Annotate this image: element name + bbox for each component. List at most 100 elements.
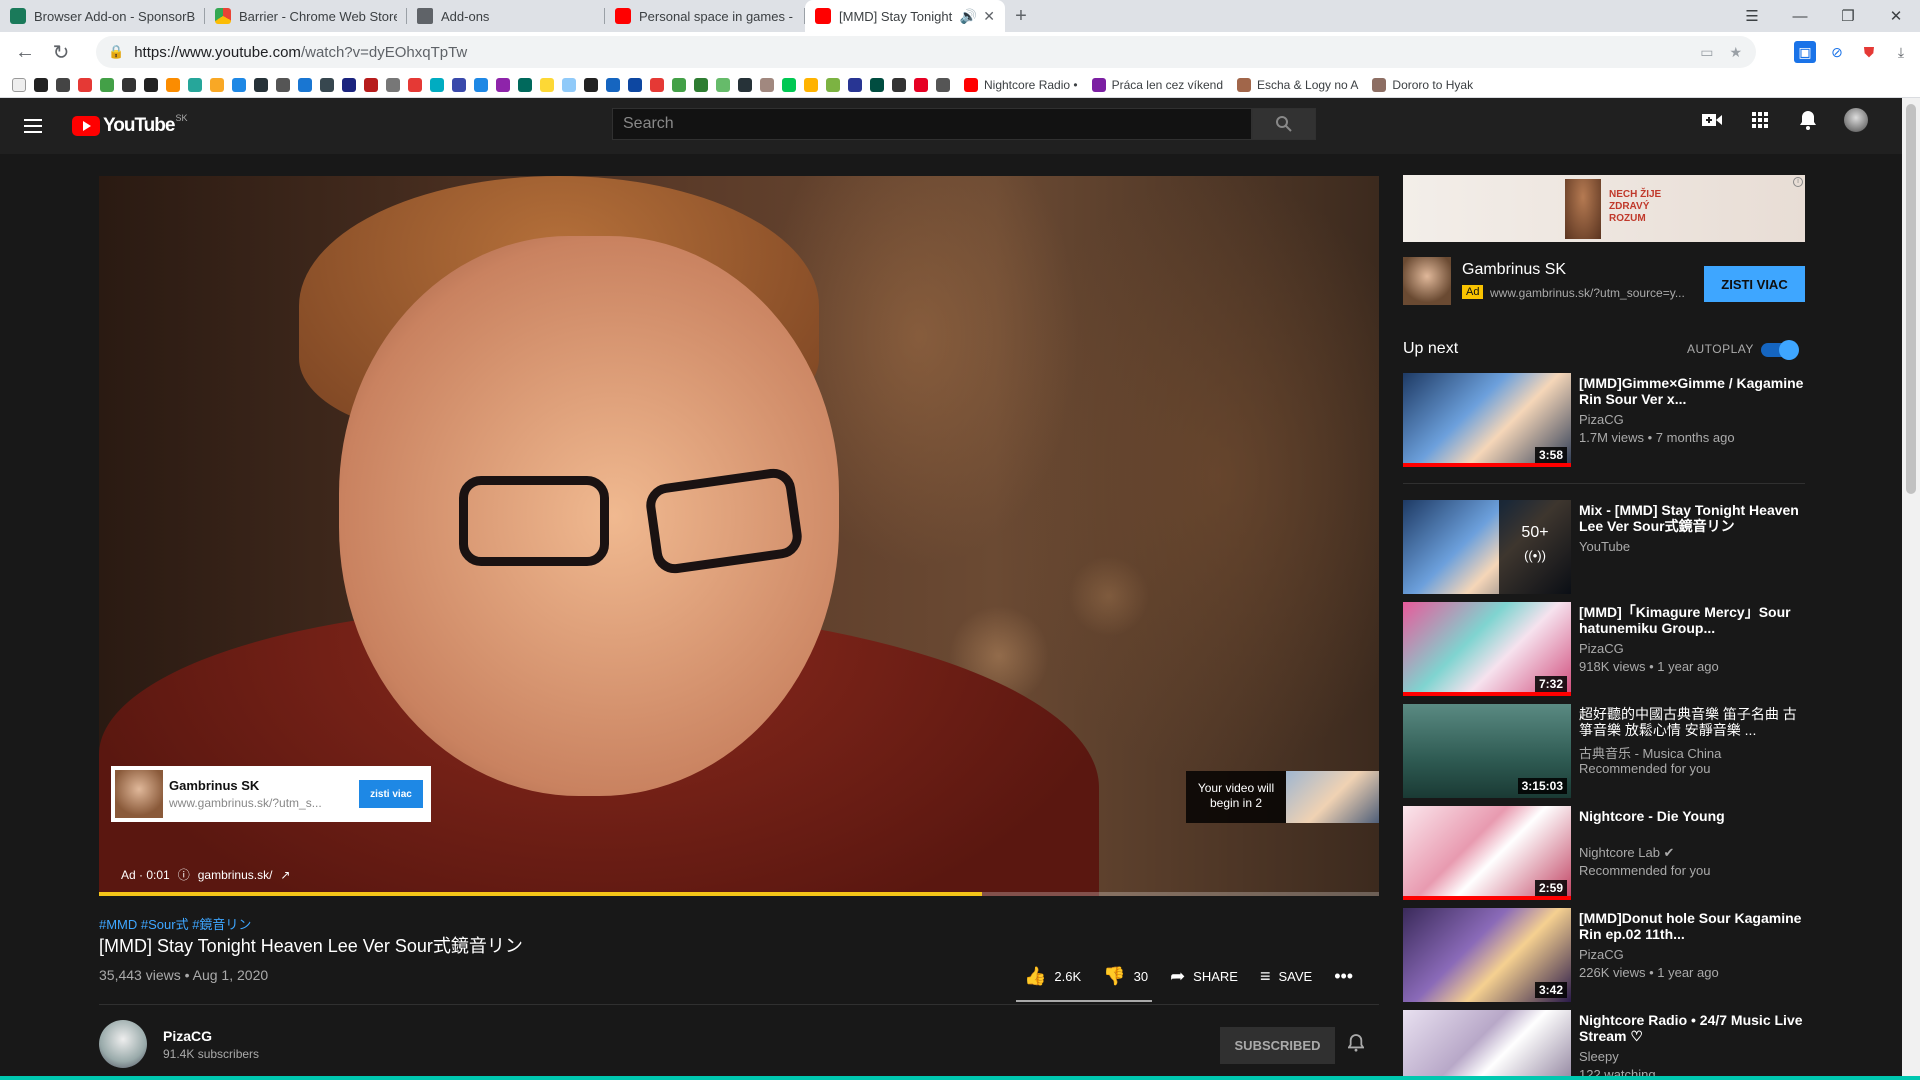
address-bar[interactable]: 🔒 https://www.youtube.com/watch?v=dyEOhx… — [96, 36, 1756, 68]
bookmark-icon[interactable] — [386, 77, 400, 92]
save-button[interactable]: ≡ SAVE — [1260, 966, 1312, 987]
url-text[interactable]: https://www.youtube.com/watch?v=dyEOhxqT… — [134, 44, 1700, 61]
item-title[interactable]: Mix - [MMD] Stay Tonight Heaven Lee Ver … — [1579, 502, 1805, 534]
like-button[interactable]: 👍 2.6K — [1024, 966, 1081, 987]
tab-barrier[interactable]: Barrier - Chrome Web Store — [205, 0, 407, 32]
close-tab-icon[interactable]: ✕ — [983, 8, 995, 25]
bookmark-icon[interactable] — [56, 77, 70, 92]
list-item[interactable]: Nightcore Radio • 24/7 Music Live Stream… — [1403, 1010, 1805, 1080]
search-button[interactable] — [1252, 108, 1316, 140]
item-channel[interactable]: PizaCG — [1579, 947, 1624, 962]
bookmark-icon[interactable] — [188, 77, 202, 92]
list-item[interactable]: 2:59 Nightcore - Die Young Nightcore Lab… — [1403, 806, 1805, 900]
notification-bell-icon[interactable] — [1347, 1034, 1365, 1057]
item-channel[interactable]: Nightcore Lab ✔ — [1579, 845, 1674, 861]
item-title[interactable]: Nightcore Radio • 24/7 Music Live Stream… — [1579, 1012, 1805, 1044]
tab-sponsorblock[interactable]: Browser Add-on - SponsorBlock — [0, 0, 205, 32]
bookmark-icon[interactable] — [78, 77, 92, 92]
bookmark-icon[interactable] — [122, 77, 136, 92]
bookmark-icon[interactable] — [606, 77, 620, 92]
bookmark-icon[interactable] — [34, 77, 48, 92]
bookmark-icon[interactable] — [166, 77, 180, 92]
back-arrow-icon[interactable]: ← — [8, 35, 42, 69]
video-thumbnail[interactable]: 3:15:03 — [1403, 704, 1571, 798]
cast-icon[interactable]: ▭ — [1700, 44, 1713, 61]
ad-info-icon[interactable]: i — [1793, 177, 1803, 187]
bookmark-icon[interactable] — [254, 77, 268, 92]
bookmark-icon[interactable] — [496, 77, 510, 92]
bookmark-icon[interactable] — [848, 77, 862, 92]
sidebar-ad-banner[interactable]: NECH ŽIJE ZDRAVÝ ROZUM i — [1403, 175, 1805, 242]
bookmark-icon[interactable] — [408, 77, 422, 92]
bookmark-icon[interactable] — [584, 77, 598, 92]
bookmark-icon[interactable] — [452, 77, 466, 92]
more-actions-button[interactable]: ••• — [1334, 966, 1353, 987]
item-title[interactable]: [MMD]Donut hole Sour Kagamine Rin ep.02 … — [1579, 910, 1805, 942]
bookmark-icon[interactable] — [760, 77, 774, 92]
bookmark-icon[interactable] — [672, 77, 686, 92]
item-channel[interactable]: PizaCG — [1579, 412, 1624, 427]
bookmark-icon[interactable] — [804, 77, 818, 92]
dislike-button[interactable]: 👎 30 — [1103, 966, 1148, 987]
bookmark-nightcore-radio[interactable]: Nightcore Radio • — [964, 77, 1078, 92]
extension-icon[interactable]: ▣ — [1794, 41, 1816, 63]
bookmark-icon[interactable] — [298, 77, 312, 92]
item-channel[interactable]: 古典音乐 - Musica China — [1579, 743, 1721, 762]
bookmark-praca[interactable]: Práca len cez víkend — [1091, 77, 1223, 92]
bookmark-icon[interactable] — [562, 77, 576, 92]
youtube-logo[interactable]: YouTube SK — [72, 113, 187, 137]
bookmark-icon[interactable] — [474, 77, 488, 92]
download-icon[interactable]: ⤓ — [1890, 41, 1912, 63]
ad-domain-link[interactable]: gambrinus.sk/ — [198, 868, 273, 882]
new-tab-button[interactable]: + — [1005, 0, 1037, 32]
list-item[interactable]: 50+ ((•)) Mix - [MMD] Stay Tonight Heave… — [1403, 500, 1805, 594]
video-thumbnail[interactable]: 3:58 — [1403, 373, 1571, 467]
bookmark-icon[interactable] — [650, 77, 664, 92]
bookmark-dororo[interactable]: Dororo to Hyak — [1372, 77, 1473, 92]
list-item[interactable]: 3:15:03 超好聽的中國古典音樂 笛子名曲 古箏音樂 放鬆心情 安靜音樂 .… — [1403, 704, 1805, 798]
restore-icon[interactable]: ❐ — [1824, 0, 1872, 32]
bookmark-star-icon[interactable]: ★ — [1729, 44, 1742, 61]
bookmark-icon[interactable] — [782, 77, 796, 92]
bookmark-escha-logy[interactable]: Escha & Logy no A — [1237, 77, 1358, 92]
item-title[interactable]: [MMD]Gimme×Gimme / Kagamine Rin Sour Ver… — [1579, 375, 1805, 407]
bookmark-icon[interactable] — [628, 77, 642, 92]
channel-avatar[interactable] — [99, 1020, 147, 1068]
bookmark-icon[interactable] — [870, 77, 884, 92]
bookmark-icon[interactable] — [144, 77, 158, 92]
autoplay-toggle[interactable] — [1761, 340, 1799, 360]
block-icon[interactable]: ⊘ — [1826, 41, 1848, 63]
minimize-icon[interactable]: — — [1776, 0, 1824, 32]
bookmark-icon[interactable] — [210, 77, 224, 92]
bookmark-icon[interactable] — [914, 77, 928, 92]
bookmark-icon[interactable] — [694, 77, 708, 92]
subscribe-button[interactable]: SUBSCRIBED — [1220, 1027, 1335, 1064]
video-player[interactable]: Gambrinus SK www.gambrinus.sk/?utm_s... … — [99, 176, 1379, 896]
item-title[interactable]: Nightcore - Die Young — [1579, 808, 1805, 824]
account-avatar[interactable] — [1844, 108, 1868, 132]
item-channel[interactable]: Sleepy — [1579, 1049, 1619, 1064]
video-thumbnail[interactable]: 3:42 — [1403, 908, 1571, 1002]
video-thumbnail[interactable]: 50+ ((•)) — [1403, 500, 1571, 594]
list-item[interactable]: 7:32 [MMD]「Kimagure Mercy」Sour hatunemik… — [1403, 602, 1805, 696]
bookmark-icon[interactable] — [518, 77, 532, 92]
bookmark-icon[interactable] — [342, 77, 356, 92]
tab-personal-space[interactable]: Personal space in games - YouTube — [605, 0, 805, 32]
shield-icon[interactable]: ⛊ — [1858, 41, 1880, 63]
list-item[interactable]: 3:42 [MMD]Donut hole Sour Kagamine Rin e… — [1403, 908, 1805, 1002]
ad-overlay-card[interactable]: Gambrinus SK www.gambrinus.sk/?utm_s... … — [111, 766, 431, 822]
hamburger-menu-icon[interactable] — [24, 114, 48, 138]
notifications-bell-icon[interactable] — [1796, 108, 1820, 132]
list-item[interactable]: 3:58 [MMD]Gimme×Gimme / Kagamine Rin Sou… — [1403, 373, 1805, 467]
item-channel[interactable]: PizaCG — [1579, 641, 1624, 656]
info-icon[interactable]: ⓘ — [178, 866, 190, 883]
bookmark-icon[interactable] — [430, 77, 444, 92]
video-thumbnail[interactable]: 7:32 — [1403, 602, 1571, 696]
bookmark-icon[interactable] — [826, 77, 840, 92]
item-title[interactable]: 超好聽的中國古典音樂 笛子名曲 古箏音樂 放鬆心情 安靜音樂 ... — [1579, 706, 1805, 738]
channel-name[interactable]: PizaCG — [163, 1028, 212, 1044]
speaker-icon[interactable]: 🔊 — [960, 8, 977, 25]
create-video-icon[interactable] — [1700, 108, 1724, 132]
menu-icon[interactable]: ☰ — [1728, 0, 1776, 32]
ad-card-button[interactable]: zisti viac — [359, 780, 423, 808]
